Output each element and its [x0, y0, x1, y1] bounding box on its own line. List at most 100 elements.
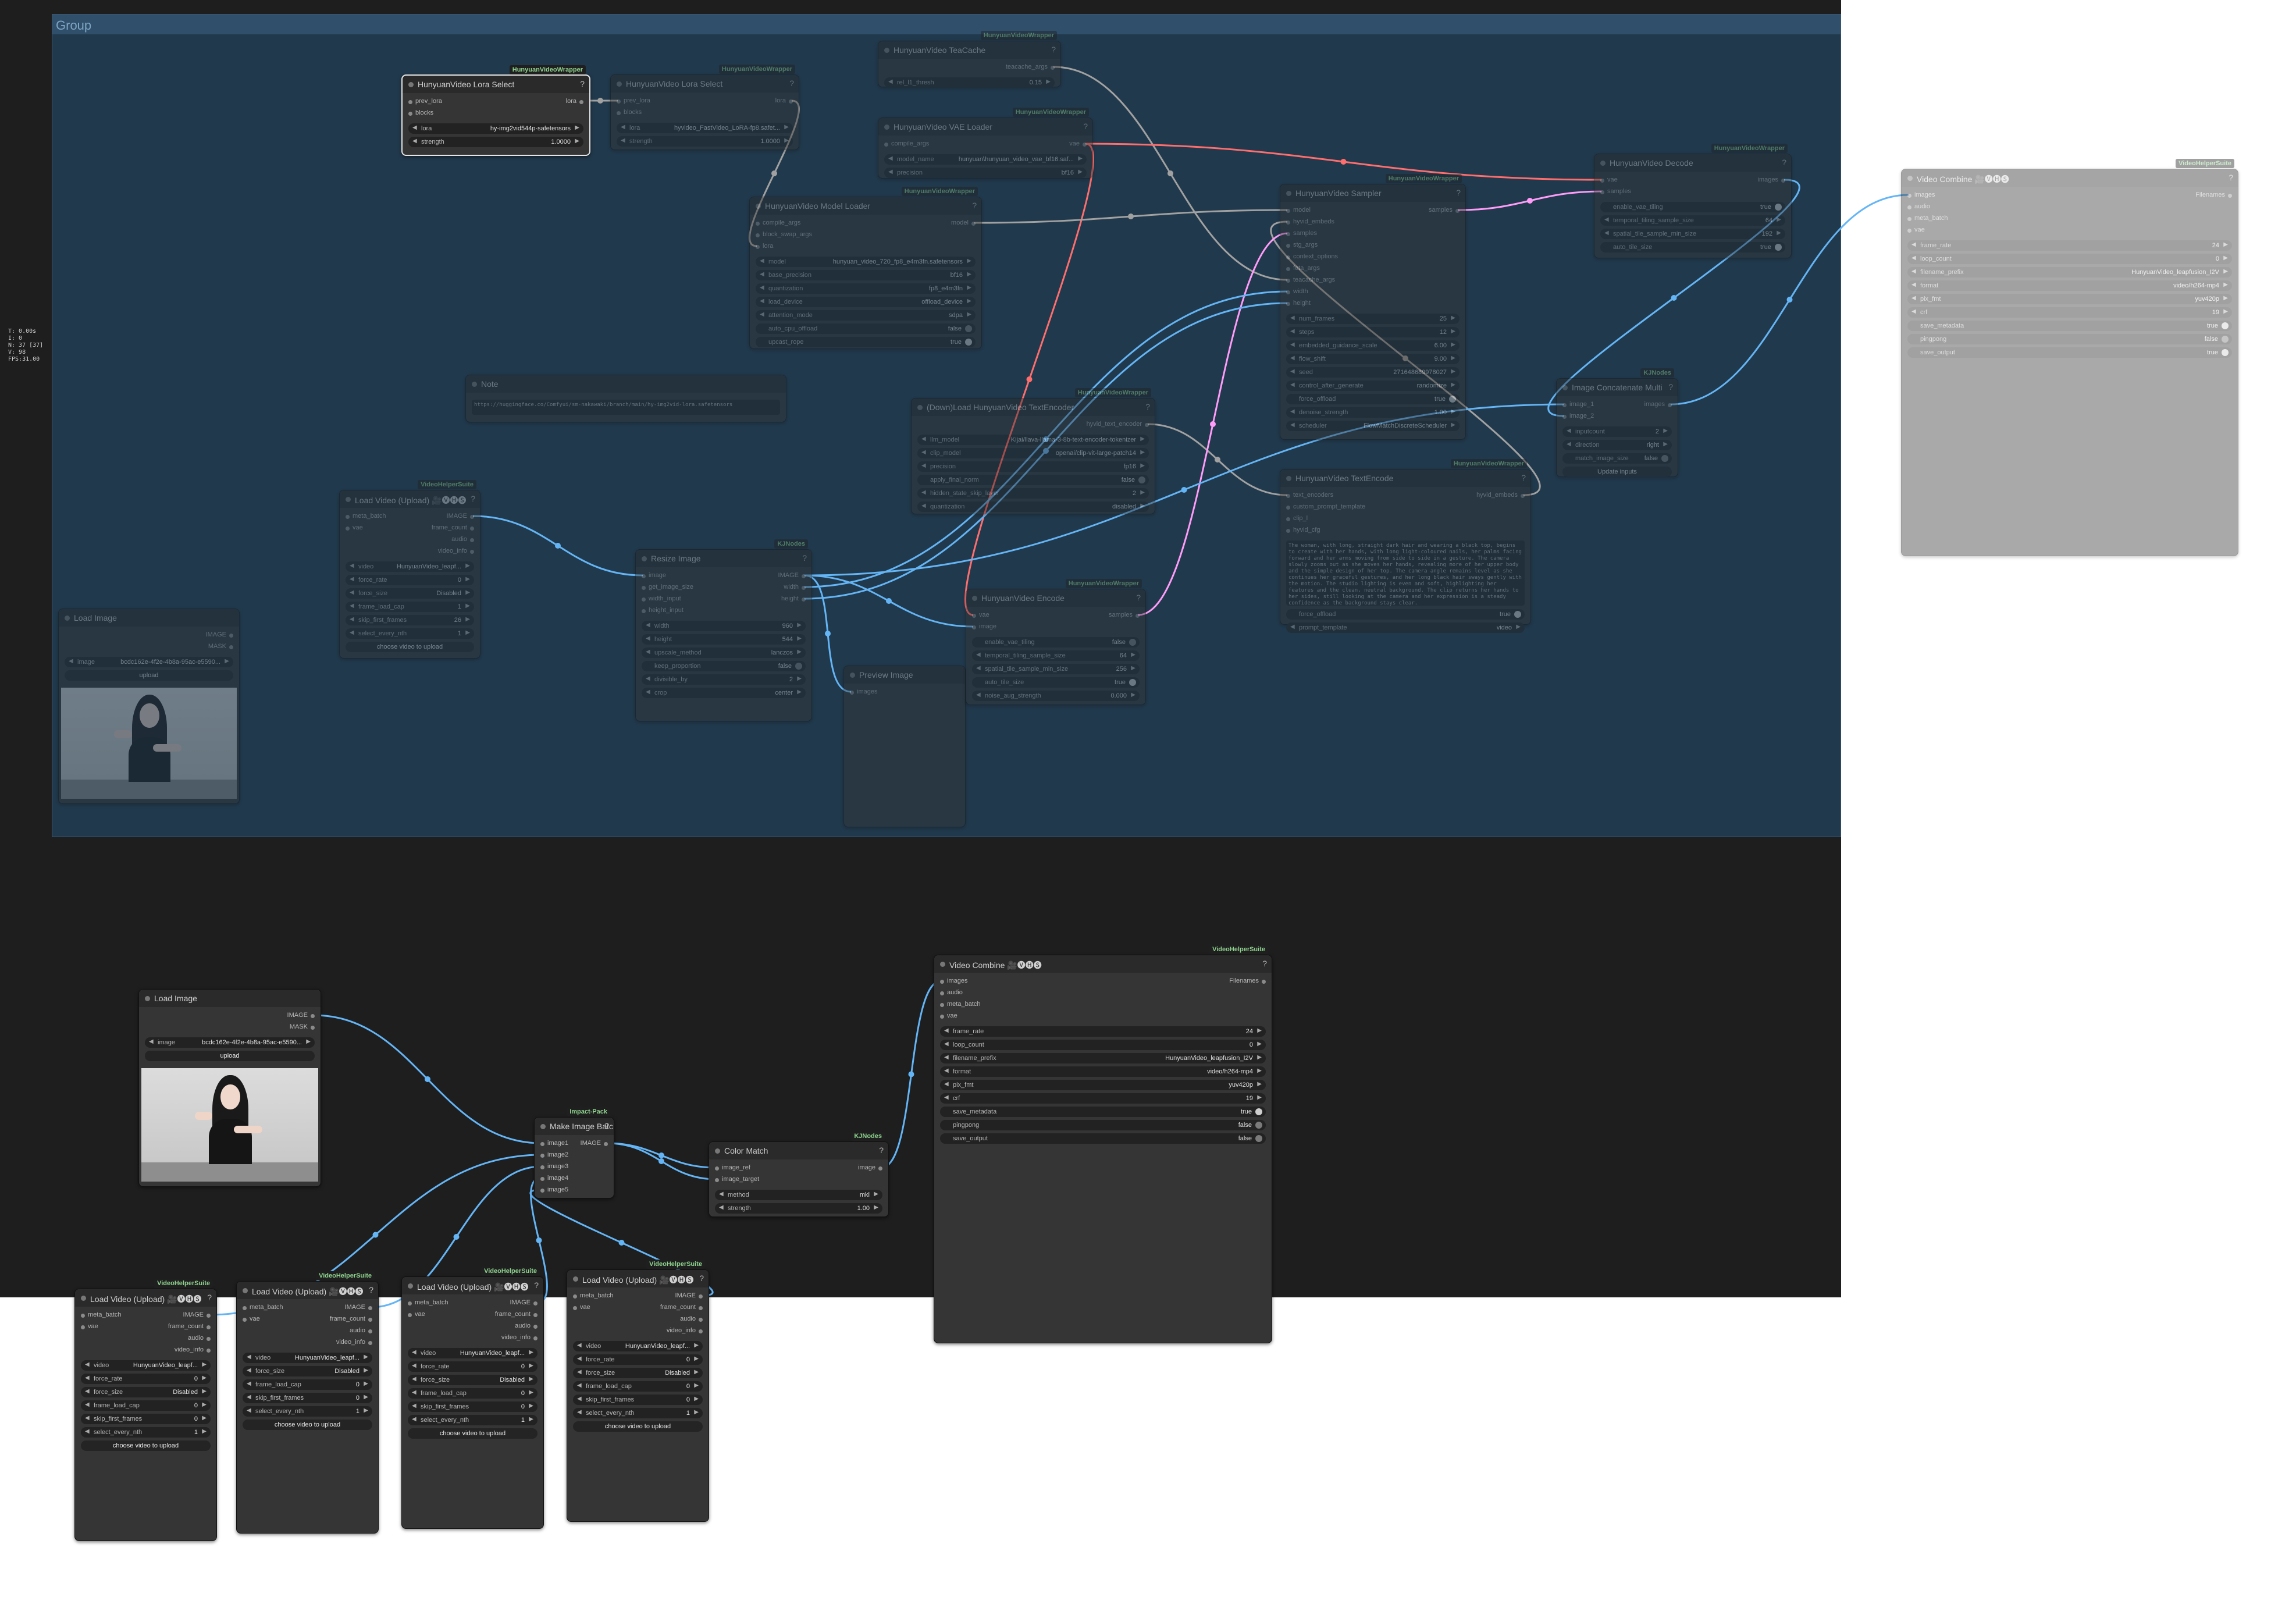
link-midpoint-dot[interactable]	[771, 170, 777, 176]
node-title[interactable]: HunyuanVideo Lora Select	[611, 75, 799, 93]
arrow-right-icon[interactable]: ▶	[967, 271, 971, 278]
node-title[interactable]: HunyuanVideo Lora Select	[403, 76, 589, 93]
collapse-dot-icon[interactable]	[940, 962, 945, 967]
link-midpoint-dot[interactable]	[825, 631, 831, 636]
widget-temporal-tiling-sample-size[interactable]: ◀ temporal_tiling_sample_size 64 ▶	[972, 650, 1140, 661]
arrow-right-icon[interactable]: ▶	[1257, 1068, 1262, 1074]
help-icon[interactable]: ?	[2229, 173, 2233, 182]
input-port-dot[interactable]	[1600, 190, 1604, 194]
input-slot-audio[interactable]: audio	[1906, 203, 1930, 210]
input-slot-teacache-args[interactable]: teacache_args	[1285, 276, 1335, 283]
arrow-left-icon[interactable]: ◀	[247, 1354, 251, 1360]
collapse-dot-icon[interactable]	[472, 382, 477, 387]
widget-divisible-by[interactable]: ◀ divisible_by 2 ▶	[642, 674, 806, 685]
output-port-dot[interactable]	[533, 1325, 537, 1329]
arrow-right-icon[interactable]: ▶	[465, 616, 470, 622]
link-midpoint-dot[interactable]	[1671, 295, 1677, 301]
input-port-dot[interactable]	[1907, 194, 1911, 198]
arrow-right-icon[interactable]: ▶	[967, 258, 971, 264]
output-slot-teacache-args[interactable]: teacache_args	[1006, 63, 1056, 70]
arrow-left-icon[interactable]: ◀	[350, 589, 354, 596]
input-port-dot[interactable]	[346, 515, 350, 519]
arrow-left-icon[interactable]: ◀	[1911, 268, 1916, 275]
widget-noise-aug-strength[interactable]: ◀ noise_aug_strength 0.000 ▶	[972, 691, 1140, 701]
input-port-dot[interactable]	[1907, 205, 1911, 209]
widget-save-output[interactable]: save_output true	[1907, 347, 2232, 358]
node-title[interactable]: Load Image	[139, 990, 321, 1007]
arrow-right-icon[interactable]: ▶	[364, 1407, 368, 1414]
arrow-right-icon[interactable]: ▶	[364, 1367, 368, 1374]
arrow-left-icon[interactable]: ◀	[646, 689, 650, 695]
arrow-right-icon[interactable]: ▶	[364, 1381, 368, 1387]
output-port-dot[interactable]	[533, 1313, 537, 1317]
input-slot-meta-batch[interactable]: meta_batch	[241, 1304, 283, 1311]
output-port-dot[interactable]	[229, 634, 233, 638]
widget-select-every-nth[interactable]: ◀ select_every_nth 1 ▶	[243, 1406, 372, 1417]
arrow-right-icon[interactable]: ▶	[1140, 463, 1145, 469]
arrow-right-icon[interactable]: ▶	[1663, 441, 1668, 447]
arrow-right-icon[interactable]: ▶	[1777, 216, 1781, 223]
arrow-left-icon[interactable]: ◀	[1911, 282, 1916, 288]
collapse-dot-icon[interactable]	[642, 556, 647, 561]
widget-image[interactable]: ◀ image bcdc162e-4f2e-4b8a-95ac-e5590... ▶	[145, 1037, 315, 1048]
node-title[interactable]: Color Match	[709, 1142, 888, 1159]
link-midpoint-dot[interactable]	[1340, 159, 1347, 165]
output-port-dot[interactable]	[368, 1318, 372, 1322]
input-slot-image3[interactable]: image3	[539, 1163, 568, 1170]
widget-frame-load-cap[interactable]: ◀ frame_load_cap 1 ▶	[346, 602, 474, 612]
collapse-dot-icon[interactable]	[81, 1296, 86, 1301]
arrow-right-icon[interactable]: ▶	[2223, 268, 2228, 275]
link-midpoint-dot[interactable]	[1210, 421, 1216, 427]
help-icon[interactable]: ?	[580, 79, 585, 88]
collapse-dot-icon[interactable]	[573, 1276, 578, 1282]
input-port-dot[interactable]	[617, 111, 621, 115]
collapse-dot-icon[interactable]	[917, 405, 923, 410]
widget-frame-rate[interactable]: ◀ frame_rate 24 ▶	[1907, 240, 2232, 251]
collapse-dot-icon[interactable]	[346, 497, 351, 502]
input-slot-image-ref[interactable]: image_ref	[714, 1164, 750, 1171]
collapse-dot-icon[interactable]	[715, 1148, 720, 1154]
input-slot-width[interactable]: width	[1285, 288, 1308, 295]
widget-strength[interactable]: ◀ strength 1.0000 ▶	[617, 136, 793, 147]
arrow-left-icon[interactable]: ◀	[646, 635, 650, 642]
arrow-right-icon[interactable]: ▶	[202, 1415, 207, 1421]
input-port-dot[interactable]	[573, 1306, 577, 1310]
node-title[interactable]: HunyuanVideo Decode	[1594, 154, 1791, 172]
help-icon[interactable]: ?	[1145, 402, 1150, 411]
toggle-icon[interactable]	[1775, 244, 1782, 251]
node-textenc_loader[interactable]: HunyuanVideoWrapper (Down)Load HunyuanVid…	[911, 388, 1155, 514]
node-title[interactable]: Image Concatenate Multi	[1557, 379, 1678, 396]
input-slot-image[interactable]: image	[640, 572, 666, 579]
arrow-right-icon[interactable]: ▶	[1451, 342, 1455, 348]
input-port-dot[interactable]	[408, 100, 412, 104]
link-midpoint-dot[interactable]	[1181, 487, 1187, 493]
widget-denoise-strength[interactable]: ◀ denoise_strength 1.00 ▶	[1286, 407, 1460, 418]
arrow-right-icon[interactable]: ▶	[1078, 155, 1083, 162]
arrow-right-icon[interactable]: ▶	[1451, 315, 1455, 321]
help-icon[interactable]: ?	[802, 553, 807, 563]
toggle-icon[interactable]	[1255, 1122, 1262, 1129]
arrow-right-icon[interactable]: ▶	[694, 1409, 699, 1415]
output-port-dot[interactable]	[1455, 209, 1460, 213]
output-slot-height[interactable]: height	[781, 595, 807, 602]
arrow-right-icon[interactable]: ▶	[694, 1382, 699, 1389]
arrow-left-icon[interactable]: ◀	[921, 449, 926, 456]
toggle-icon[interactable]	[1129, 639, 1136, 646]
upload-button[interactable]: choose video to upload	[573, 1421, 703, 1432]
arrow-right-icon[interactable]: ▶	[1257, 1081, 1262, 1087]
widget-prompt-template[interactable]: ◀ prompt_template video ▶	[1286, 622, 1525, 633]
widget-keep-proportion[interactable]: keep_proportion false	[642, 661, 806, 671]
input-slot-prev-lora[interactable]: prev_lora	[407, 98, 442, 105]
widget-crf[interactable]: ◀ crf 19 ▶	[940, 1093, 1266, 1104]
arrow-left-icon[interactable]: ◀	[247, 1367, 251, 1374]
widget-quantization[interactable]: ◀ quantization disabled ▶	[917, 501, 1149, 512]
widget-video[interactable]: ◀ video HunyuanVideo_leapf... ▶	[346, 561, 474, 572]
output-port-dot[interactable]	[470, 550, 474, 554]
arrow-left-icon[interactable]: ◀	[412, 138, 417, 144]
widget-width[interactable]: ◀ width 960 ▶	[642, 621, 806, 631]
arrow-right-icon[interactable]: ▶	[202, 1428, 207, 1435]
arrow-left-icon[interactable]: ◀	[760, 311, 764, 318]
widget-flow-shift[interactable]: ◀ flow_shift 9.00 ▶	[1286, 354, 1460, 364]
collapse-dot-icon[interactable]	[65, 616, 70, 621]
arrow-left-icon[interactable]: ◀	[976, 692, 981, 698]
